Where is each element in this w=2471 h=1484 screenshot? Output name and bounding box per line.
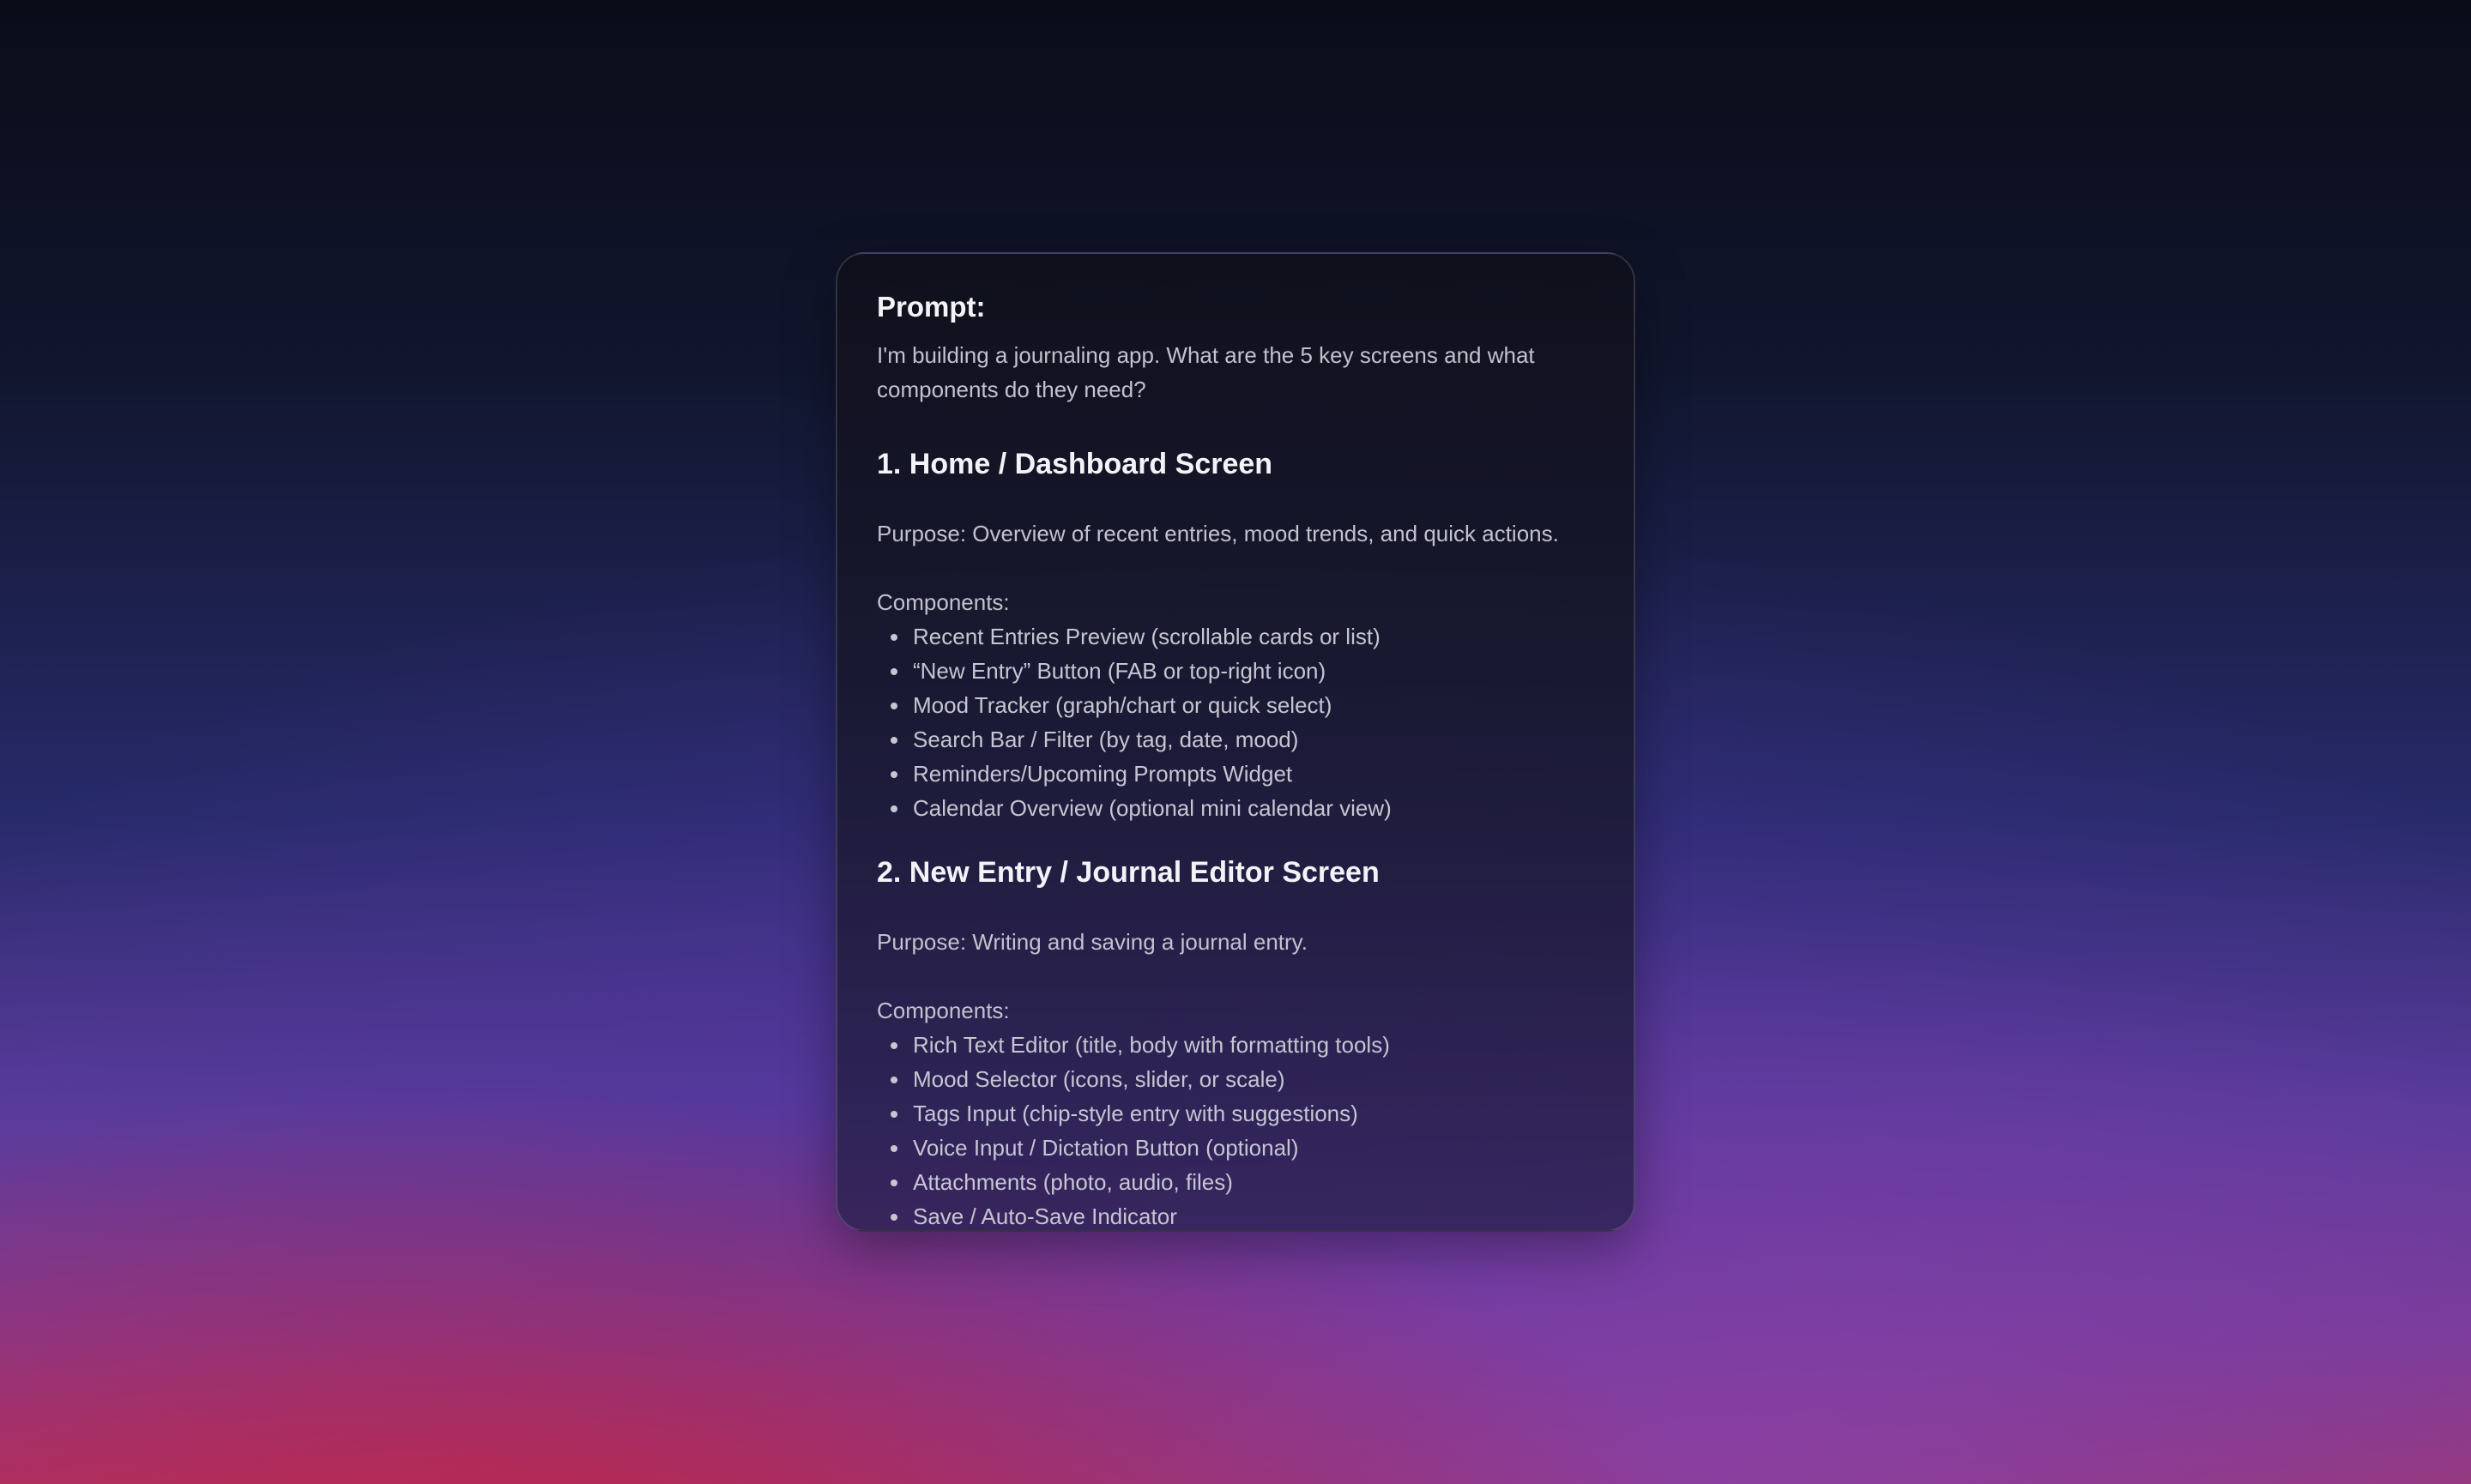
list-item-text: Reminders/Upcoming Prompts Widget xyxy=(913,761,1293,787)
bullet-icon xyxy=(891,634,897,641)
bullet-icon xyxy=(891,1214,897,1221)
list-item-text: Tags Input (chip-style entry with sugges… xyxy=(913,1101,1358,1126)
list-item-text: Voice Input / Dictation Button (optional… xyxy=(913,1135,1299,1161)
section-purpose: Purpose: Writing and saving a journal en… xyxy=(877,929,1308,955)
prompt-text: I'm building a journaling app. What are … xyxy=(877,342,1535,402)
list-item: Calendar Overview (optional mini calenda… xyxy=(877,791,1594,825)
list-item: Voice Input / Dictation Button (optional… xyxy=(877,1131,1594,1165)
list-item-text: Search Bar / Filter (by tag, date, mood) xyxy=(913,727,1299,752)
components-list: Recent Entries Preview (scrollable cards… xyxy=(877,619,1594,825)
bullet-icon xyxy=(891,1179,897,1186)
list-item: Rich Text Editor (title, body with forma… xyxy=(877,1028,1594,1062)
list-item: “New Entry” Button (FAB or top-right ico… xyxy=(877,654,1594,688)
bullet-icon xyxy=(891,1077,897,1083)
list-item: Tags Input (chip-style entry with sugges… xyxy=(877,1096,1594,1131)
list-item-text: Mood Tracker (graph/chart or quick selec… xyxy=(913,692,1332,718)
components-label: Components: xyxy=(877,589,1010,615)
section-home-dashboard: 1. Home / Dashboard Screen Purpose: Over… xyxy=(877,446,1594,825)
list-item: Reminders/Upcoming Prompts Widget xyxy=(877,757,1594,791)
list-item-text: Recent Entries Preview (scrollable cards… xyxy=(913,624,1380,649)
list-item-text: Save / Auto-Save Indicator xyxy=(913,1203,1177,1229)
list-item: Mood Selector (icons, slider, or scale) xyxy=(877,1062,1594,1096)
card-content: Prompt: I'm building a journaling app. W… xyxy=(837,254,1634,1230)
section-title: 2. New Entry / Journal Editor Screen xyxy=(877,856,1380,889)
bullet-icon xyxy=(891,737,897,744)
list-item-text: Attachments (photo, audio, files) xyxy=(913,1169,1233,1195)
section-new-entry-editor: 2. New Entry / Journal Editor Screen Pur… xyxy=(877,854,1594,1230)
bullet-icon xyxy=(891,771,897,778)
prompt-label: Prompt: xyxy=(877,291,986,323)
bullet-icon xyxy=(891,1042,897,1049)
list-item: Recent Entries Preview (scrollable cards… xyxy=(877,619,1594,654)
section-purpose: Purpose: Overview of recent entries, moo… xyxy=(877,521,1559,546)
list-item-text: Mood Selector (icons, slider, or scale) xyxy=(913,1066,1285,1092)
list-item: Attachments (photo, audio, files) xyxy=(877,1165,1594,1199)
list-item: Search Bar / Filter (by tag, date, mood) xyxy=(877,722,1594,757)
bullet-icon xyxy=(891,703,897,709)
components-label: Components: xyxy=(877,998,1010,1023)
response-card[interactable]: Prompt: I'm building a journaling app. W… xyxy=(836,252,1635,1232)
bullet-icon xyxy=(891,1145,897,1152)
list-item-text: Rich Text Editor (title, body with forma… xyxy=(913,1032,1390,1058)
list-item-text: Calendar Overview (optional mini calenda… xyxy=(913,795,1392,821)
bullet-icon xyxy=(891,1111,897,1118)
list-item: Mood Tracker (graph/chart or quick selec… xyxy=(877,688,1594,722)
section-title: 1. Home / Dashboard Screen xyxy=(877,448,1273,480)
bullet-icon xyxy=(891,668,897,675)
list-item-text: “New Entry” Button (FAB or top-right ico… xyxy=(913,658,1326,684)
components-list: Rich Text Editor (title, body with forma… xyxy=(877,1028,1594,1230)
bullet-icon xyxy=(891,805,897,812)
list-item: Save / Auto-Save Indicator xyxy=(877,1199,1594,1230)
